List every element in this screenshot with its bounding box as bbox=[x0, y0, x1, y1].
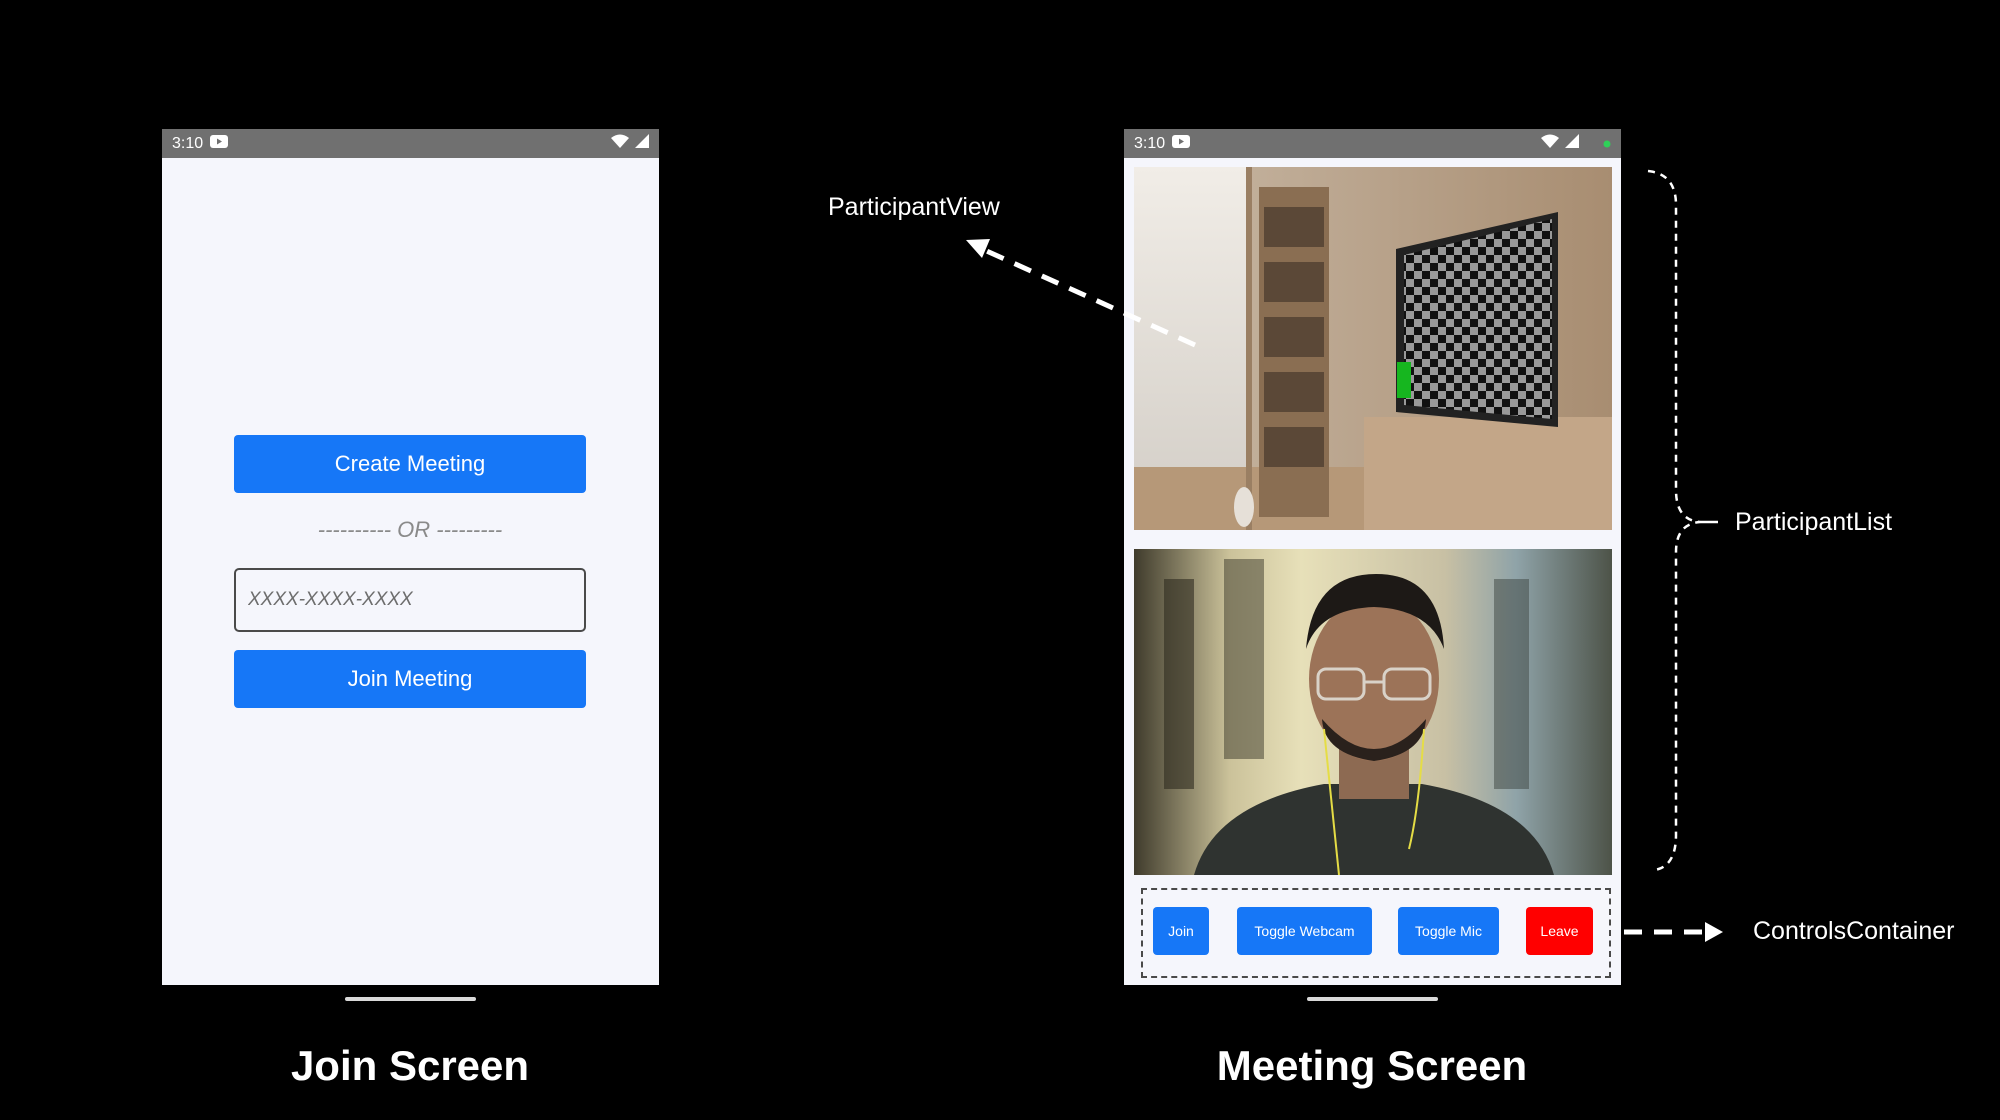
toggle-mic-button[interactable]: Toggle Mic bbox=[1398, 907, 1499, 955]
home-indicator bbox=[1307, 997, 1438, 1001]
or-divider: ---------- OR --------- bbox=[317, 517, 503, 542]
cellular-signal-icon bbox=[635, 134, 649, 153]
meeting-screen-caption: Meeting Screen bbox=[1216, 1042, 1528, 1089]
leave-button[interactable]: Leave bbox=[1526, 907, 1593, 955]
participant-view-room bbox=[1134, 167, 1612, 530]
participant-view-person bbox=[1134, 549, 1612, 875]
status-bar: 3:10 bbox=[162, 129, 659, 158]
participant-list-brace bbox=[1647, 169, 1701, 872]
status-bar: 3:10 bbox=[1124, 129, 1621, 158]
home-indicator bbox=[345, 997, 476, 1001]
youtube-icon bbox=[1172, 134, 1191, 153]
create-meeting-button[interactable]: Create Meeting bbox=[234, 435, 586, 493]
meeting-screen-phone: 3:10 Join Toggle Webcam Toggle Mic Leave bbox=[1124, 129, 1621, 985]
wifi-icon bbox=[611, 134, 629, 153]
green-dot-icon bbox=[1603, 135, 1611, 153]
controls-container-label: ControlsContainer bbox=[1753, 917, 1955, 945]
meeting-id-input[interactable] bbox=[234, 568, 586, 632]
wifi-icon bbox=[1541, 134, 1559, 153]
join-meeting-button[interactable]: Join Meeting bbox=[234, 650, 586, 708]
join-screen-caption: Join Screen bbox=[290, 1042, 530, 1089]
participant-view-arrowhead bbox=[966, 239, 990, 258]
join-screen-phone: 3:10 Create Meeting ---------- OR ------… bbox=[162, 129, 659, 985]
join-button[interactable]: Join bbox=[1153, 907, 1209, 955]
toggle-webcam-button[interactable]: Toggle Webcam bbox=[1237, 907, 1372, 955]
youtube-icon bbox=[210, 134, 229, 153]
cellular-signal-icon bbox=[1565, 134, 1579, 153]
participant-view-label: ParticipantView bbox=[828, 193, 1000, 221]
participant-list-label: ParticipantList bbox=[1735, 508, 1893, 536]
status-time: 3:10 bbox=[172, 134, 204, 152]
status-time: 3:10 bbox=[1134, 134, 1166, 152]
controls-container-arrowhead bbox=[1705, 922, 1723, 942]
